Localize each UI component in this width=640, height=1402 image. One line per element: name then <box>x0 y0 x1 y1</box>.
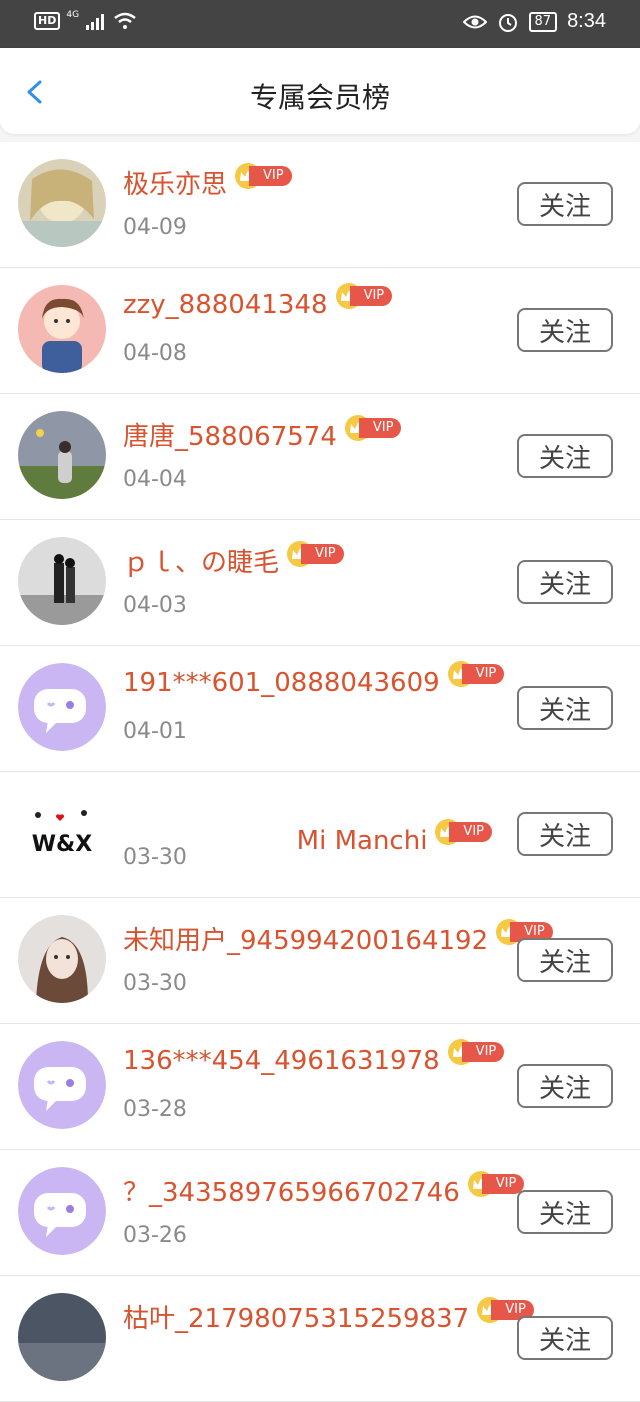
member-date: 04-04 <box>123 467 187 492</box>
member-name: ｐｌ、の睫毛 VIP <box>123 541 344 579</box>
member-name-text: ｐｌ、の睫毛 <box>123 548 280 578</box>
follow-button[interactable]: 关注 <box>517 1064 613 1108</box>
member-name: 唐唐_588067574 VIP <box>123 415 402 453</box>
vip-badge: VIP <box>447 661 505 687</box>
follow-button[interactable]: 关注 <box>517 308 613 352</box>
vip-badge: VIP <box>344 415 402 441</box>
hd-indicator: HD <box>34 12 61 30</box>
member-date: 04-08 <box>123 341 187 366</box>
avatar[interactable] <box>18 1293 106 1381</box>
follow-button[interactable]: 关注 <box>517 182 613 226</box>
avatar[interactable] <box>18 159 106 247</box>
follow-button[interactable]: 关注 <box>517 686 613 730</box>
member-row[interactable]: 191***601_0888043609 VIP 04-01 关注 <box>0 646 640 772</box>
member-row[interactable]: 枯叶_21798075315259837 VIP 关注 <box>0 1276 640 1402</box>
member-date: 04-09 <box>123 215 187 240</box>
vip-badge: VIP <box>287 541 344 567</box>
member-name-text: Mi Manchi <box>296 826 428 856</box>
member-list: 极乐亦思 VIP 04-09 关注 zzy_888041348 VIP 04-08 关注 唐唐_… <box>0 142 640 1402</box>
member-date: 04-03 <box>123 593 187 618</box>
member-name-text: 未知用户_945994200164192 <box>123 926 489 956</box>
follow-button[interactable]: 关注 <box>517 812 613 856</box>
member-name: 191***601_0888043609 VIP <box>123 661 505 698</box>
vip-badge: VIP <box>467 1171 525 1197</box>
avatar[interactable]: W&X <box>18 789 106 877</box>
member-date: 03-26 <box>123 1223 187 1248</box>
member-row[interactable]: 未知用户_945994200164192 VIP 03-30 关注 <box>0 898 640 1024</box>
member-name-text: ？_343589765966702746 <box>123 1178 460 1208</box>
vip-badge: VIP <box>447 1039 505 1065</box>
member-name-text: 极乐亦思 <box>123 170 228 200</box>
avatar[interactable] <box>18 1167 106 1255</box>
member-name: ？_343589765966702746 VIP <box>123 1171 525 1209</box>
vip-label: VIP <box>449 822 492 842</box>
avatar[interactable] <box>18 537 106 625</box>
battery-indicator: 87 <box>528 11 558 32</box>
member-row[interactable]: 136***454_4961631978 VIP 03-28 关注 <box>0 1024 640 1150</box>
avatar[interactable] <box>18 285 106 373</box>
member-row[interactable]: 极乐亦思 VIP 04-09 关注 <box>0 142 640 268</box>
member-name: zzy_888041348 VIP <box>123 283 393 320</box>
vip-label: VIP <box>461 1042 505 1062</box>
vip-label: VIP <box>461 664 505 684</box>
member-row[interactable]: ｐｌ、の睫毛 VIP 04-03 关注 <box>0 520 640 646</box>
alarm-icon <box>498 13 517 32</box>
member-row[interactable]: W&X Mi Manchi VIP 03-30 关注 <box>0 772 640 898</box>
member-date: 03-30 <box>123 845 187 870</box>
vip-badge: VIP <box>335 283 393 309</box>
vip-label: VIP <box>249 166 292 186</box>
member-name: 枯叶_21798075315259837 VIP <box>123 1297 534 1335</box>
network-type: 4G <box>66 10 80 20</box>
page-title: 专属会员榜 <box>249 81 390 114</box>
member-row[interactable]: zzy_888041348 VIP 04-08 关注 <box>0 268 640 394</box>
member-name-text: zzy_888041348 <box>123 290 328 320</box>
member-row[interactable]: ？_343589765966702746 VIP 03-26 关注 <box>0 1150 640 1276</box>
vip-badge: VIP <box>435 819 492 845</box>
vip-label: VIP <box>481 1174 525 1194</box>
member-name: 未知用户_945994200164192 VIP <box>123 919 553 957</box>
member-name: 极乐亦思 VIP <box>123 163 292 201</box>
follow-button[interactable]: 关注 <box>517 1190 613 1234</box>
signal-icon <box>86 14 105 30</box>
avatar[interactable] <box>18 411 106 499</box>
member-date: 04-01 <box>123 719 187 744</box>
vip-badge: VIP <box>235 163 292 189</box>
follow-button[interactable]: 关注 <box>517 1316 613 1360</box>
member-date: 03-30 <box>123 971 187 996</box>
follow-button[interactable]: 关注 <box>517 938 613 982</box>
status-bar: HD 4G 87 8:34 <box>0 0 640 48</box>
vip-label: VIP <box>358 418 402 438</box>
follow-button[interactable]: 关注 <box>517 434 613 478</box>
member-name: Mi Manchi VIP <box>296 819 492 856</box>
vip-label: VIP <box>301 544 344 564</box>
member-row[interactable]: 唐唐_588067574 VIP 04-04 关注 <box>0 394 640 520</box>
app-header: 专属会员榜 <box>0 48 640 134</box>
member-date: 03-28 <box>123 1097 187 1122</box>
eye-icon <box>462 15 487 28</box>
member-name: 136***454_4961631978 VIP <box>123 1039 505 1076</box>
svg-text:W&X: W&X <box>32 832 92 857</box>
wifi-icon <box>114 12 136 29</box>
avatar[interactable] <box>18 915 106 1003</box>
member-name-text: 唐唐_588067574 <box>123 422 337 452</box>
avatar[interactable] <box>18 1041 106 1129</box>
follow-button[interactable]: 关注 <box>517 560 613 604</box>
vip-label: VIP <box>349 286 393 306</box>
avatar[interactable] <box>18 663 106 751</box>
clock: 8:34 <box>567 10 606 32</box>
member-name-text: 136***454_4961631978 <box>123 1046 440 1076</box>
member-name-text: 191***601_0888043609 <box>123 668 440 698</box>
